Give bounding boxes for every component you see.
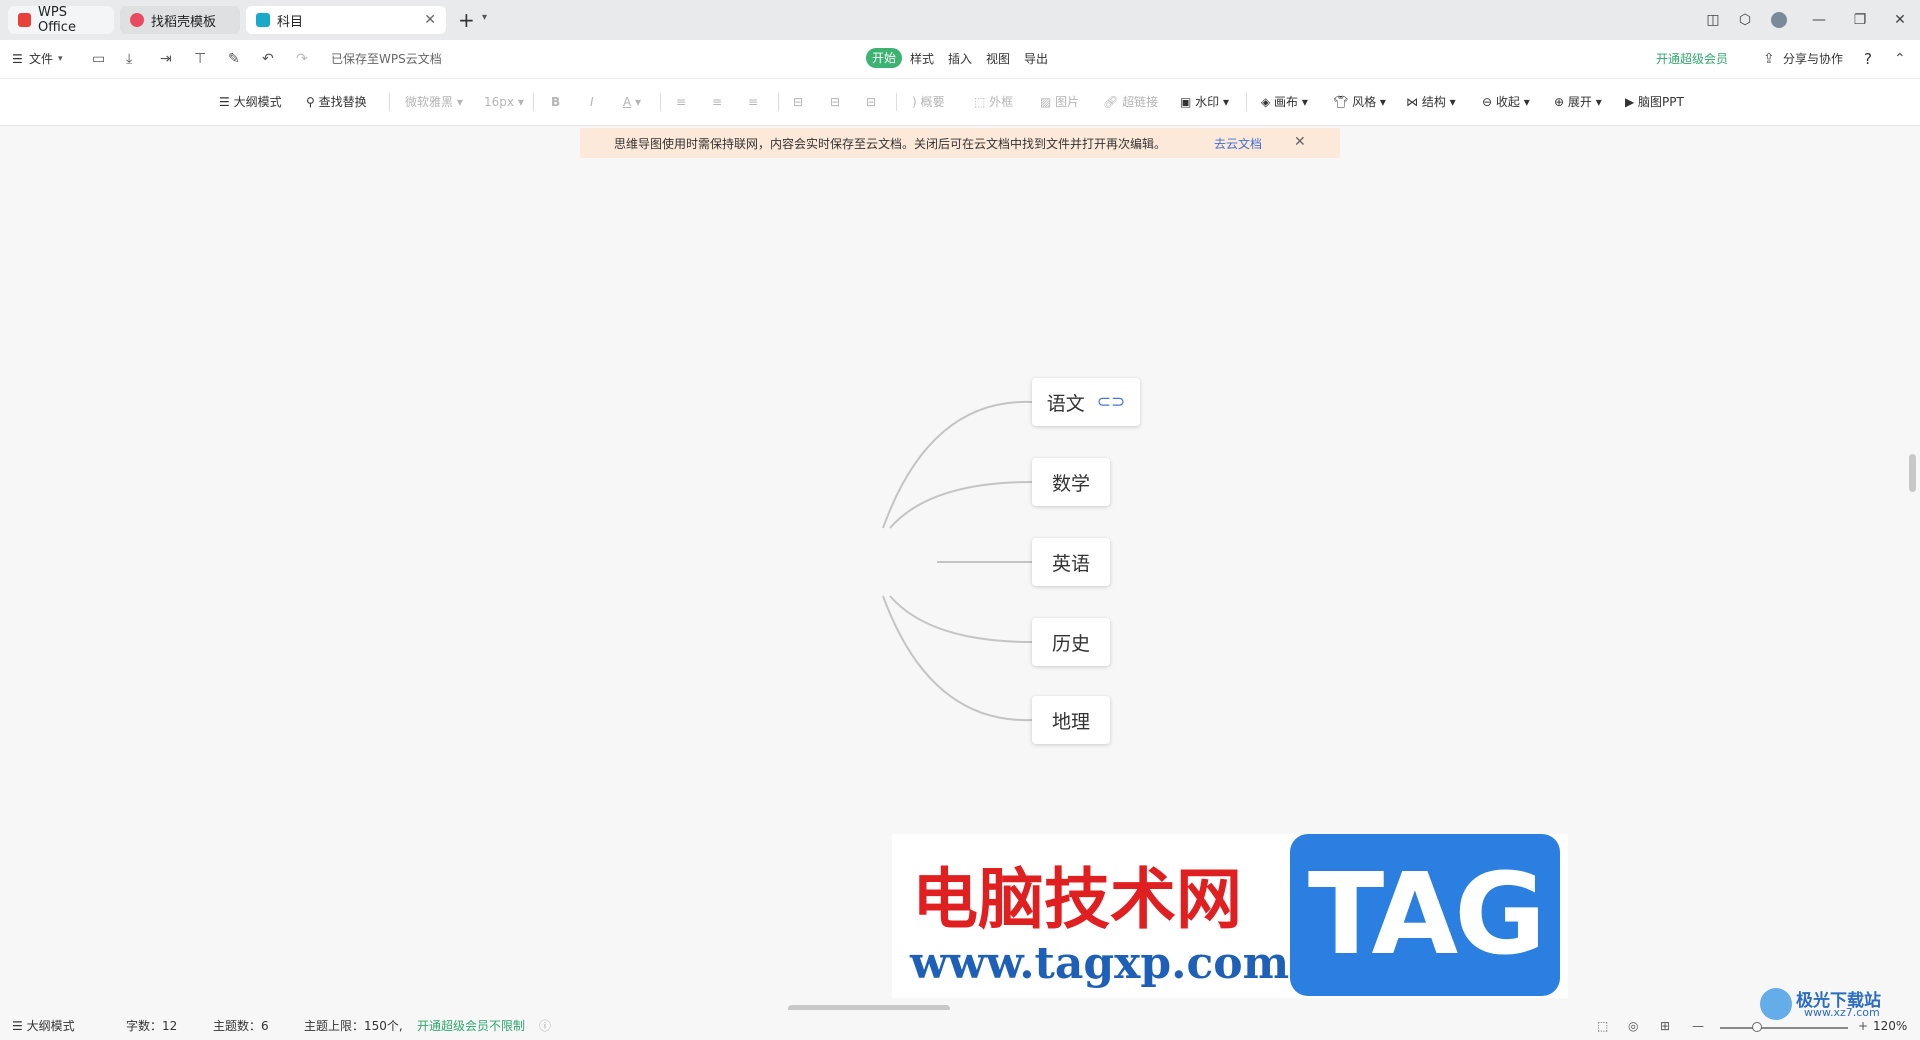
status-bar: ☰ 大纲模式 字数：12 主题数：6 主题上限：150个, 开通超级会员不限制 … — [0, 1010, 1920, 1040]
topic-node[interactable]: 数学 — [1032, 458, 1110, 506]
connector-line — [882, 400, 1033, 529]
connector-line — [882, 595, 1033, 722]
map-icon[interactable]: ⊞ — [1660, 1018, 1670, 1034]
zoom-out-icon[interactable]: — — [1692, 1018, 1704, 1034]
connector-line — [889, 595, 1033, 643]
topic-limit: 主题上限：150个, — [304, 1019, 403, 1033]
watermark-overlay: 电脑技术网 www.tagxp.com TAG — [892, 834, 1568, 998]
zoom-slider[interactable] — [1720, 1022, 1848, 1032]
watermark-title: 电脑技术网 — [912, 860, 1242, 938]
corner-logo-icon — [1760, 988, 1792, 1020]
outline-mode-status[interactable]: ☰ 大纲模式 — [12, 1018, 75, 1034]
word-count: 字数：12 — [126, 1019, 178, 1033]
zoom-slider-handle[interactable] — [1752, 1022, 1762, 1032]
info-icon: ⓘ — [539, 1019, 552, 1033]
corner-watermark: 极光下载站 www.xz7.com — [1760, 986, 1920, 1022]
connector-line — [889, 481, 1033, 529]
topic-count: 主题数：6 — [213, 1019, 269, 1033]
topic-node[interactable]: 历史 — [1032, 618, 1110, 666]
topic-node[interactable]: 地理 — [1032, 696, 1110, 744]
locate-icon[interactable]: ◎ — [1628, 1018, 1638, 1034]
tag-logo: TAG — [1290, 834, 1560, 996]
corner-url: www.xz7.com — [1804, 1006, 1880, 1019]
vertical-scrollbar[interactable] — [1909, 454, 1916, 492]
topic-node[interactable]: 英语 — [1032, 538, 1110, 586]
topic-node[interactable]: 语文 ⊂⊃ — [1032, 378, 1140, 426]
vip-unlimited-link[interactable]: 开通超级会员不限制 — [417, 1018, 525, 1034]
link-icon[interactable]: ⊂⊃ — [1097, 392, 1126, 412]
select-icon[interactable]: ⬚ — [1597, 1018, 1608, 1034]
watermark-url: www.tagxp.com — [910, 938, 1290, 989]
